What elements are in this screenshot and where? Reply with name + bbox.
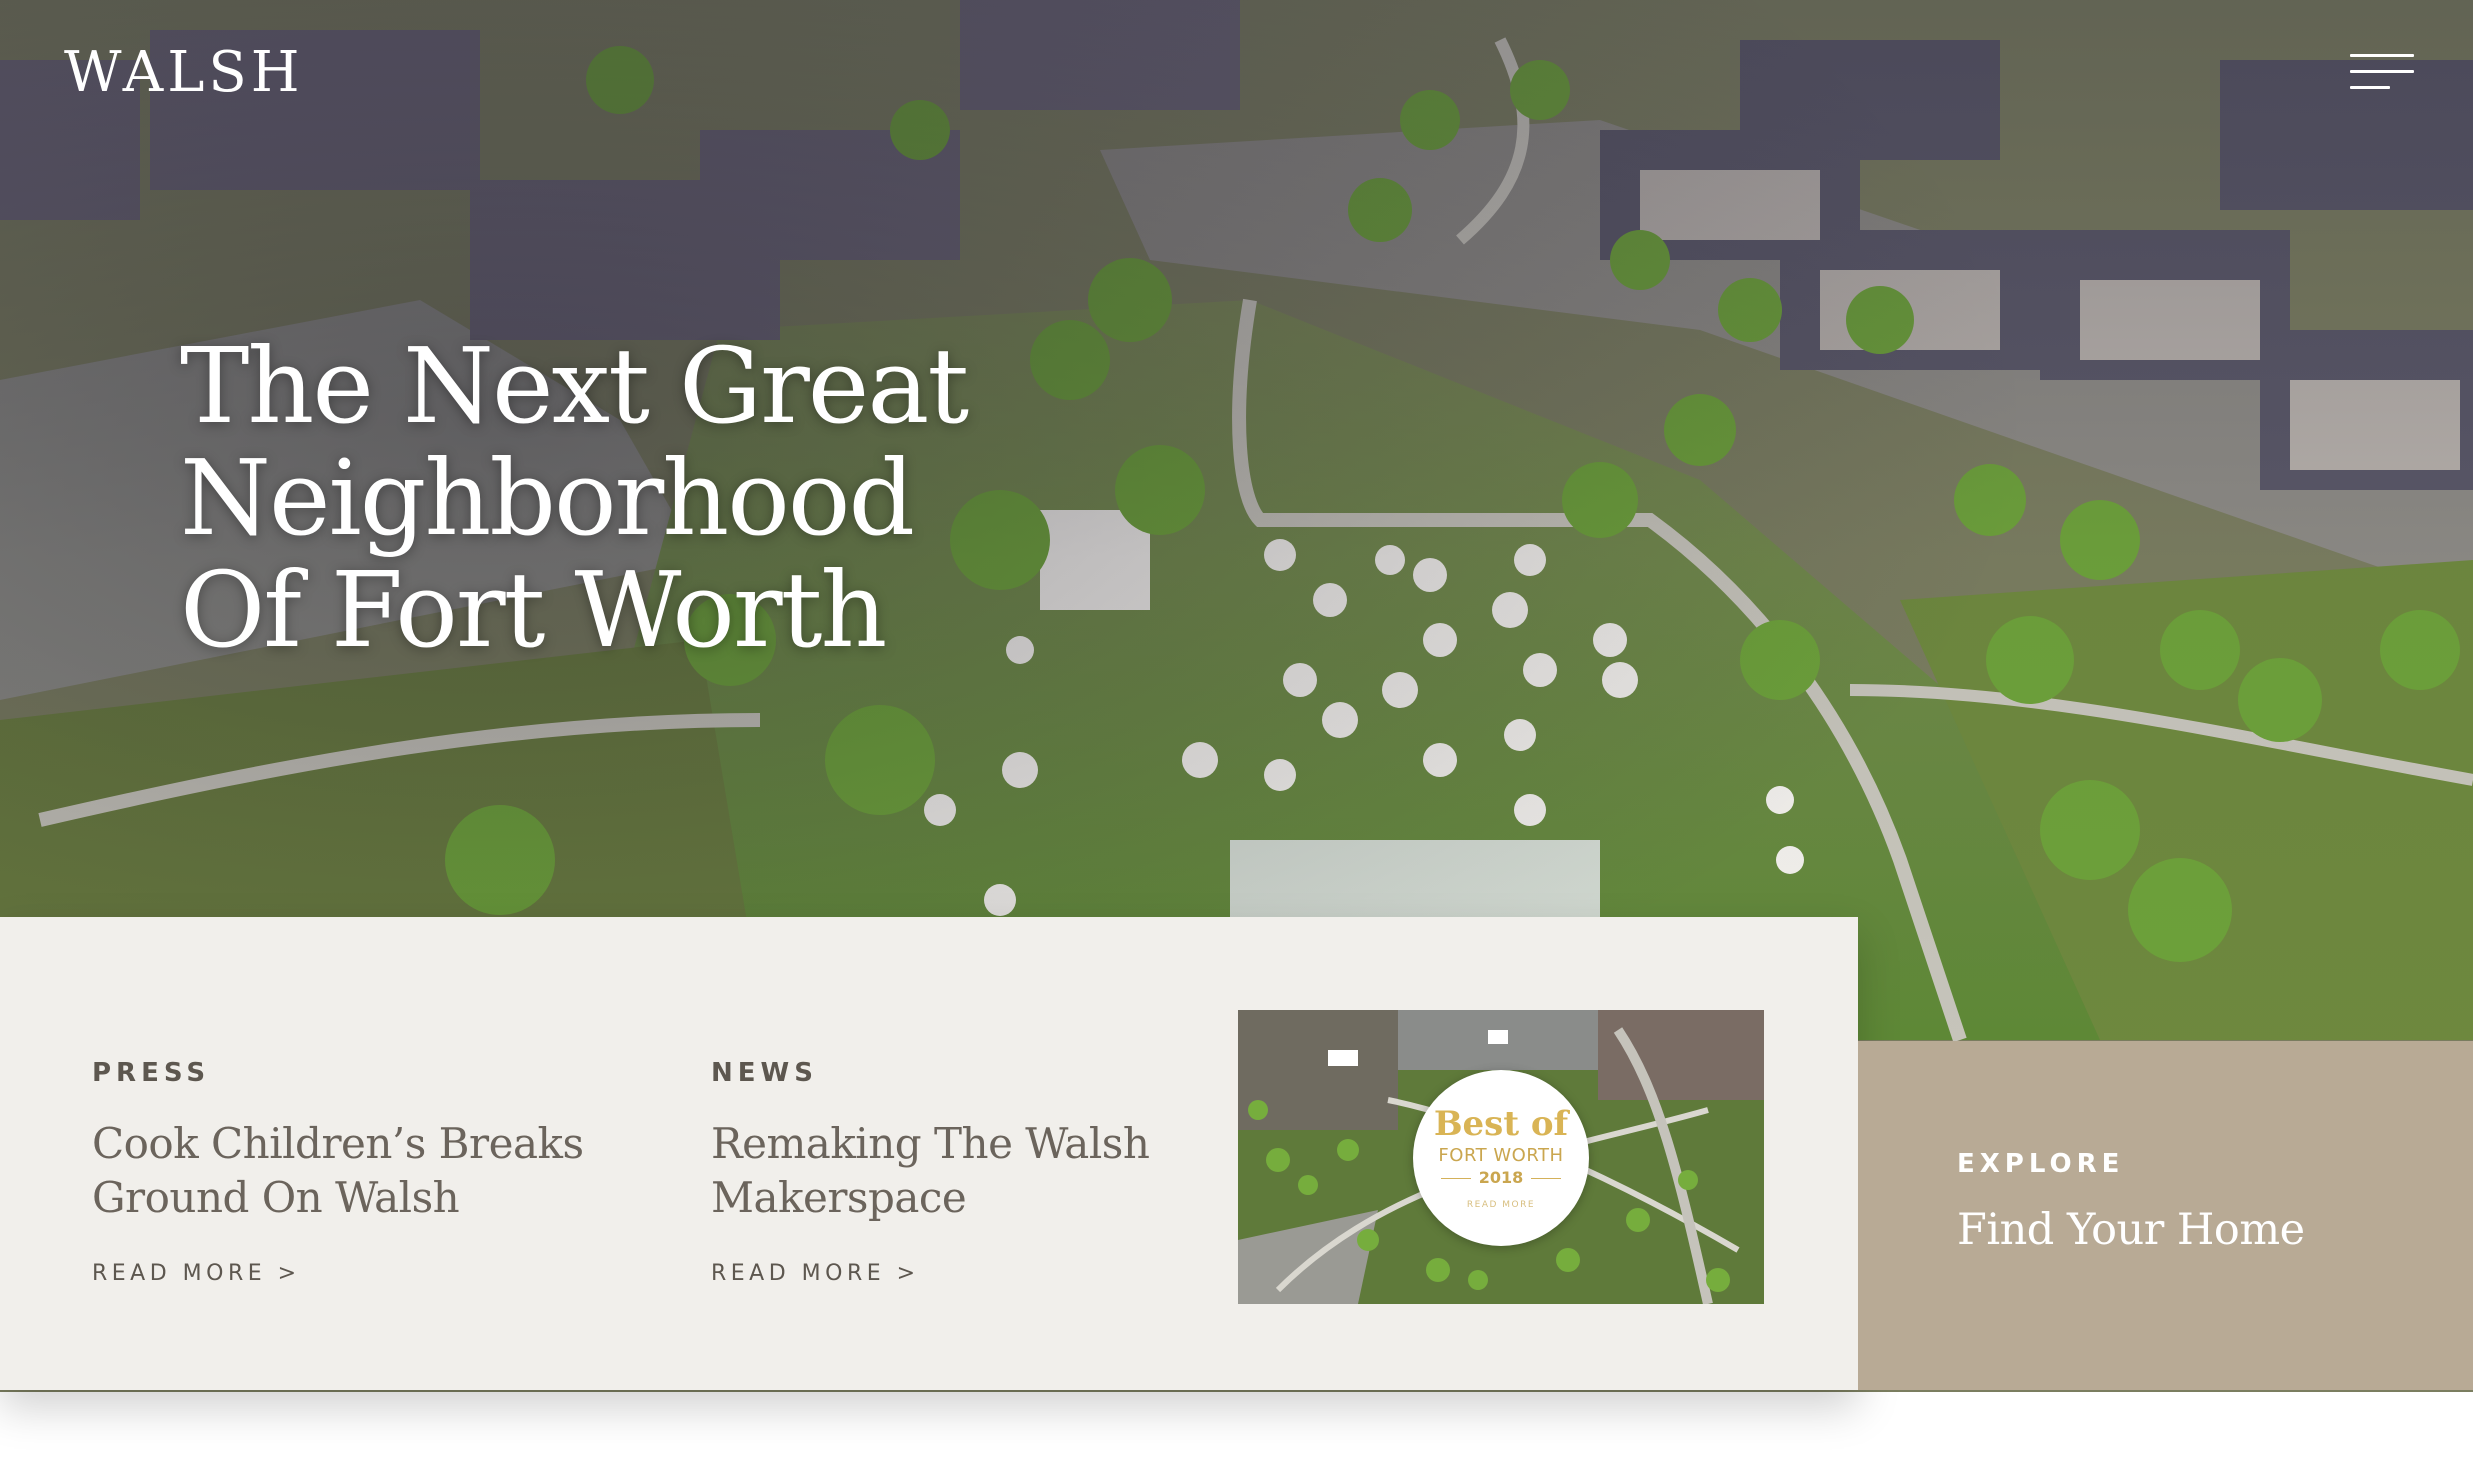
menu-line bbox=[2350, 70, 2414, 73]
badge-year: 2018 bbox=[1478, 1168, 1524, 1187]
best-of-fort-worth-badge: Best of FORT WORTH 2018 READ MORE bbox=[1413, 1070, 1589, 1246]
badge-best-of: Best of bbox=[1433, 1104, 1569, 1144]
badge-fort-worth: FORT WORTH bbox=[1438, 1145, 1564, 1166]
hamburger-menu-icon[interactable] bbox=[2350, 50, 2414, 94]
read-more-link[interactable]: READ MORE > bbox=[92, 1261, 301, 1286]
news-headline[interactable]: Cook Children’s Breaks Ground On Walsh bbox=[92, 1117, 652, 1225]
find-your-home-link[interactable]: Find Your Home bbox=[1957, 1205, 2305, 1255]
badge-read-more: READ MORE bbox=[1466, 1200, 1536, 1210]
hero-title-line: Neighborhood bbox=[180, 437, 915, 559]
menu-line bbox=[2350, 86, 2390, 89]
menu-line bbox=[2350, 54, 2414, 57]
badge-rule bbox=[1531, 1178, 1561, 1179]
news-kicker: NEWS bbox=[711, 1058, 818, 1088]
explore-panel[interactable]: EXPLORE Find Your Home bbox=[1858, 1041, 2473, 1390]
hero-title-line: Of Fort Worth bbox=[180, 549, 887, 671]
page: WALSH The Next Great Neighborhood Of For… bbox=[0, 0, 2473, 1475]
explore-kicker: EXPLORE bbox=[1957, 1149, 2125, 1179]
news-kicker: PRESS bbox=[92, 1058, 211, 1088]
walsh-logo[interactable]: WALSH bbox=[64, 40, 304, 105]
news-headline[interactable]: Remaking The Walsh Makerspace bbox=[711, 1117, 1271, 1225]
news-card: PRESS Cook Children’s Breaks Ground On W… bbox=[0, 917, 1858, 1390]
best-of-fort-worth-image[interactable]: Best of FORT WORTH 2018 READ MORE bbox=[1238, 1010, 1764, 1304]
read-more-link[interactable]: READ MORE > bbox=[711, 1261, 920, 1286]
hero-title: The Next Great Neighborhood Of Fort Wort… bbox=[180, 330, 1180, 666]
hero-title-line: The Next Great bbox=[180, 325, 969, 447]
